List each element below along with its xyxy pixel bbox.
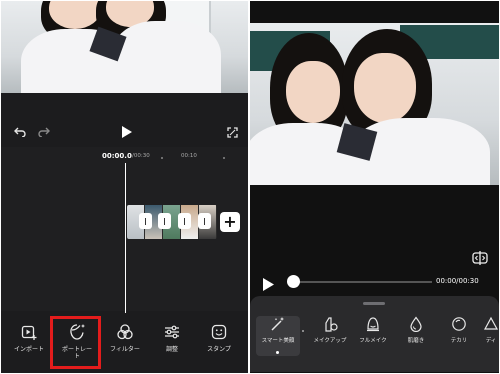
video-preview[interactable] <box>1 1 248 93</box>
transition-button[interactable] <box>139 213 152 229</box>
timeline[interactable]: 00:00.0 /00:30 00:10 + <box>1 147 248 313</box>
tick-label: 00:10 <box>181 153 197 159</box>
detail-icon <box>483 316 499 332</box>
tool-label: フィルター <box>110 346 140 353</box>
time-display: 00:00/00:30 <box>436 277 479 285</box>
tool-label: スタンプ <box>207 346 231 353</box>
tool-label: インポート <box>13 346 44 353</box>
full-makeup-icon <box>365 316 381 332</box>
playhead[interactable] <box>125 163 126 313</box>
compare-icon[interactable] <box>472 250 488 265</box>
tool-adjust[interactable]: 調整 <box>149 323 195 367</box>
tool-label: テカリ <box>450 338 468 344</box>
adjust-icon <box>163 323 181 341</box>
tool-label: 肌磨き <box>407 338 425 344</box>
progress-knob[interactable] <box>287 275 300 288</box>
total-duration: /00:30 <box>132 153 150 159</box>
fullscreen-icon[interactable] <box>223 119 241 145</box>
progress-track[interactable] <box>294 281 432 283</box>
tool-label: ディ <box>485 338 497 344</box>
active-indicator <box>276 351 279 354</box>
tool-smart-beauty[interactable]: スマート美顔 <box>256 316 300 356</box>
tool-sticker[interactable]: スタンプ <box>196 323 242 367</box>
tool-import[interactable]: インポート <box>6 323 52 367</box>
tool-full-makeup[interactable]: フルメイク <box>351 316 395 356</box>
shine-icon <box>451 316 467 332</box>
tool-shine[interactable]: テカリ <box>437 316 481 356</box>
separator-dot <box>302 330 304 332</box>
add-clip-button[interactable]: + <box>220 212 240 232</box>
filter-icon <box>116 323 134 341</box>
tool-label: スマート美顔 <box>261 338 295 344</box>
current-time: 00:00.0 <box>102 152 132 160</box>
tick-dot <box>161 157 163 159</box>
undo-icon[interactable] <box>11 119 29 145</box>
beauty-tool-sheet: スマート美顔 メイクアップ フルメイク 肌磨き テカリ ディ <box>250 296 499 372</box>
play-icon[interactable] <box>117 119 135 145</box>
playback-toolbar <box>1 119 248 145</box>
tool-filter[interactable]: フィルター <box>102 323 148 367</box>
transition-button[interactable] <box>158 213 171 229</box>
play-icon[interactable] <box>263 276 275 291</box>
skin-smooth-icon <box>408 316 424 332</box>
tool-label: メイクアップ <box>313 338 347 344</box>
top-bar <box>250 1 499 23</box>
tool-skin-smooth[interactable]: 肌磨き <box>394 316 438 356</box>
portrait-tool-highlight <box>50 316 101 369</box>
bottom-tool-bar: インポート ポートレート フィルター 調整 スタンプ <box>1 315 248 373</box>
tool-detail[interactable]: ディ <box>480 316 500 356</box>
sticker-icon <box>210 323 228 341</box>
transition-button[interactable] <box>178 213 191 229</box>
import-icon <box>20 323 38 341</box>
left-editor-screen: 00:00.0 /00:30 00:10 + インポート ポートレート フィルタ… <box>1 1 248 373</box>
magic-wand-icon <box>270 316 286 332</box>
makeup-icon <box>322 316 338 332</box>
video-preview[interactable] <box>250 23 499 185</box>
tool-label: フルメイク <box>359 338 387 344</box>
tool-makeup[interactable]: メイクアップ <box>308 316 352 356</box>
transition-button[interactable] <box>198 213 211 229</box>
redo-icon[interactable] <box>35 119 53 145</box>
tick-dot <box>223 157 225 159</box>
sheet-handle[interactable] <box>363 302 385 305</box>
tool-label: 調整 <box>165 346 178 353</box>
